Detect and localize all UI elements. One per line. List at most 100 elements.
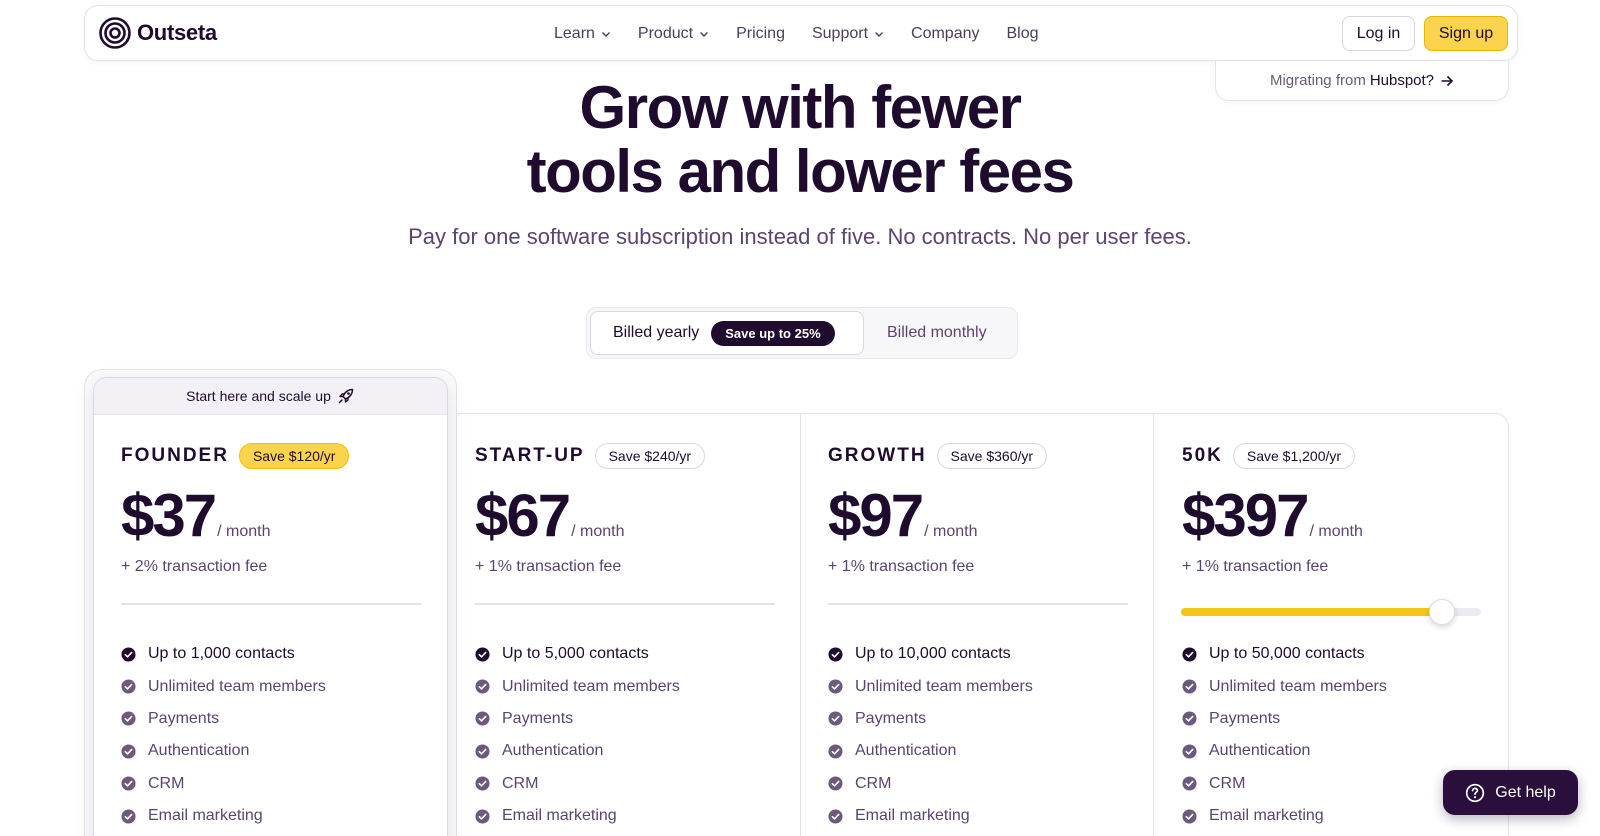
plan-name: 50K: [1182, 445, 1223, 466]
feature-label: Authentication: [855, 742, 957, 760]
feature-item: Unlimited team members: [121, 670, 421, 702]
nav-blog[interactable]: Blog: [1007, 25, 1039, 43]
nav-support-label: Support: [811, 25, 869, 42]
check-circle-icon: [828, 776, 843, 791]
slider-thumb[interactable]: [1429, 599, 1455, 625]
plan-fee: + 1% transaction fee: [1182, 558, 1329, 575]
nav-support[interactable]: Support: [812, 25, 884, 43]
feature-item: Up to 10,000 contacts: [828, 638, 1128, 670]
feature-label: Up to 1,000 contacts: [148, 645, 295, 663]
plan-separator: [828, 603, 1128, 605]
plan-start-up: START-UP Save $240/yr $67/ month + 1% trans…: [475, 442, 775, 832]
feature-item: Payments: [121, 703, 421, 735]
check-circle-icon: [121, 776, 136, 791]
billing-yearly-option[interactable]: Billed yearly Save up to 25%: [590, 311, 864, 355]
page-title: Grow with fewer tools and lower fees: [0, 76, 1600, 204]
feature-label: Authentication: [148, 742, 250, 760]
contacts-slider[interactable]: [1181, 599, 1481, 625]
feature-label: Payments: [855, 709, 927, 727]
feature-label: CRM: [148, 774, 185, 792]
feature-item: Unlimited team members: [475, 670, 775, 702]
feature-label: Email marketing: [502, 807, 617, 825]
feature-item: Authentication: [121, 735, 421, 767]
feature-label: Up to 5,000 contacts: [502, 645, 649, 663]
billing-yearly-label: Billed yearly: [613, 324, 700, 341]
check-circle-icon: [475, 809, 490, 824]
feature-label: Payments: [148, 709, 220, 727]
plan-name: FOUNDER: [121, 445, 229, 466]
feature-label: Authentication: [1209, 742, 1311, 760]
feature-item: Payments: [1182, 703, 1482, 735]
feature-item: CRM: [121, 768, 421, 800]
check-circle-icon: [475, 647, 490, 662]
check-circle-icon: [828, 679, 843, 694]
nav-learn-label: Learn: [554, 25, 595, 42]
feature-list: Up to 10,000 contacts Unlimited team memb…: [828, 638, 1128, 832]
billing-monthly-option[interactable]: Billed monthly: [887, 311, 987, 355]
plan-save-badge: Save $240/yr: [594, 443, 706, 469]
nav-pricing[interactable]: Pricing: [736, 25, 785, 43]
feature-label: Unlimited team members: [502, 677, 680, 695]
login-button[interactable]: Log in: [1342, 16, 1415, 51]
feature-item: Authentication: [475, 735, 775, 767]
page-title-line-1: Grow with fewer: [579, 74, 1022, 141]
plan-price: $67: [475, 482, 571, 549]
check-circle-icon: [1182, 647, 1197, 662]
slider-fill: [1181, 608, 1442, 616]
feature-item: Authentication: [828, 735, 1128, 767]
get-help-button[interactable]: Get help: [1443, 770, 1578, 815]
feature-label: CRM: [855, 774, 892, 792]
plan-price: $37: [121, 482, 217, 549]
page-subtitle: Pay for one software subscription instea…: [408, 224, 1192, 249]
nav-company[interactable]: Company: [911, 25, 979, 43]
feature-item: Up to 50,000 contacts: [1182, 638, 1482, 670]
plan-period: / month: [1309, 523, 1363, 540]
check-circle-icon: [828, 744, 843, 759]
plan-header: START-UP Save $240/yr: [475, 442, 775, 470]
feature-label: Email marketing: [148, 807, 263, 825]
feature-item: Email marketing: [1182, 800, 1482, 832]
check-circle-icon: [475, 776, 490, 791]
plan-separator: [121, 603, 421, 605]
plan-separator: [475, 603, 775, 605]
plan-50k: 50K Save $1,200/yr $397/ month + 1% transac…: [1182, 442, 1482, 832]
plan-name: GROWTH: [828, 445, 927, 466]
check-circle-icon: [1182, 679, 1197, 694]
check-circle-icon: [1182, 744, 1197, 759]
check-circle-icon: [475, 711, 490, 726]
chevron-down-icon: [700, 32, 709, 37]
plan-header: FOUNDER Save $120/yr: [121, 442, 421, 470]
feature-label: Payments: [502, 709, 574, 727]
feature-list: Up to 50,000 contacts Unlimited team memb…: [1182, 638, 1482, 832]
signup-button[interactable]: Sign up: [1424, 16, 1508, 51]
get-help-label: Get help: [1495, 783, 1556, 801]
feature-label: Unlimited team members: [1209, 677, 1387, 695]
feature-item: Unlimited team members: [1182, 670, 1482, 702]
feature-item: CRM: [1182, 768, 1482, 800]
plan-save-badge: Save $120/yr: [238, 443, 350, 469]
rocket-icon: [338, 388, 354, 404]
brand-logo[interactable]: Outseta: [99, 17, 217, 49]
feature-item: Authentication: [1182, 735, 1482, 767]
plan-price: $397: [1182, 482, 1309, 549]
plan-period: / month: [924, 523, 978, 540]
feature-item: Unlimited team members: [828, 670, 1128, 702]
nav-blog-label: Blog: [1006, 25, 1039, 42]
plan-period: / month: [217, 523, 271, 540]
nav-learn[interactable]: Learn: [554, 25, 611, 43]
price-row: $67/ month: [475, 486, 775, 546]
plan-save-badge: Save $1,200/yr: [1232, 443, 1356, 469]
plan-founder: FOUNDER Save $120/yr $37/ month + 2% transa…: [121, 442, 421, 832]
save-badge: Save up to 25%: [711, 320, 835, 346]
plan-header: GROWTH Save $360/yr: [828, 442, 1128, 470]
check-circle-icon: [1182, 776, 1197, 791]
plan-growth: GROWTH Save $360/yr $97/ month + 1% transac…: [828, 442, 1128, 832]
founder-banner-text: Start here and scale up: [186, 388, 331, 404]
billing-toggle: Billed yearly Save up to 25% Billed mont…: [586, 307, 1018, 359]
plan-divider: [1153, 413, 1154, 836]
check-circle-icon: [475, 679, 490, 694]
check-circle-icon: [828, 711, 843, 726]
nav-product[interactable]: Product: [638, 25, 709, 43]
feature-label: Unlimited team members: [148, 677, 326, 695]
plan-fee: + 1% transaction fee: [828, 558, 975, 575]
